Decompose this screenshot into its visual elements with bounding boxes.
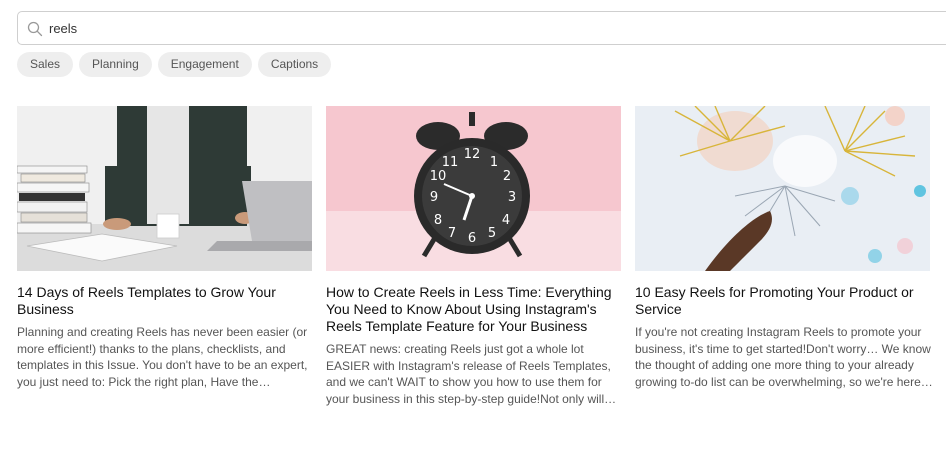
svg-text:8: 8: [434, 213, 442, 228]
article-thumbnail-party-popper[interactable]: [635, 106, 930, 271]
search-input[interactable]: [49, 18, 649, 39]
article-title[interactable]: 10 Easy Reels for Promoting Your Product…: [635, 284, 940, 318]
article-title[interactable]: How to Create Reels in Less Time: Everyt…: [326, 284, 621, 335]
article-card[interactable]: 10 Easy Reels for Promoting Your Product…: [635, 106, 940, 390]
article-excerpt: If you're not creating Instagram Reels t…: [635, 325, 933, 389]
svg-text:3: 3: [508, 190, 516, 205]
search-icon: [27, 21, 43, 37]
svg-text:4: 4: [502, 213, 510, 228]
filter-chips: Sales Planning Engagement Captions: [17, 52, 332, 77]
article-card[interactable]: 14 Days of Reels Templates to Grow Your …: [17, 106, 312, 390]
chip-planning[interactable]: Planning: [79, 52, 152, 77]
article-excerpt: GREAT news: creating Reels just got a wh…: [326, 342, 617, 406]
svg-text:2: 2: [503, 169, 511, 184]
article-excerpt: Planning and creating Reels has never be…: [17, 325, 308, 389]
article-card[interactable]: 12 3 6 9 1 2 4 5 7 8 10 11 How to Create…: [326, 106, 621, 407]
article-thumbnail-alarm-clock[interactable]: 12 3 6 9 1 2 4 5 7 8 10 11: [326, 106, 621, 271]
svg-text:1: 1: [490, 155, 498, 170]
svg-text:11: 11: [442, 155, 459, 170]
article-title[interactable]: 14 Days of Reels Templates to Grow Your …: [17, 284, 312, 318]
chip-sales[interactable]: Sales: [17, 52, 74, 77]
svg-text:9: 9: [430, 190, 438, 205]
svg-text:12: 12: [464, 147, 481, 162]
chip-captions[interactable]: Captions: [257, 52, 332, 77]
svg-text:7: 7: [448, 226, 456, 241]
svg-text:6: 6: [468, 231, 476, 246]
article-thumbnail-desk[interactable]: [17, 106, 312, 271]
svg-text:5: 5: [488, 226, 496, 241]
chip-engagement[interactable]: Engagement: [157, 52, 252, 77]
search-bar[interactable]: [17, 11, 946, 45]
svg-text:10: 10: [430, 169, 447, 184]
